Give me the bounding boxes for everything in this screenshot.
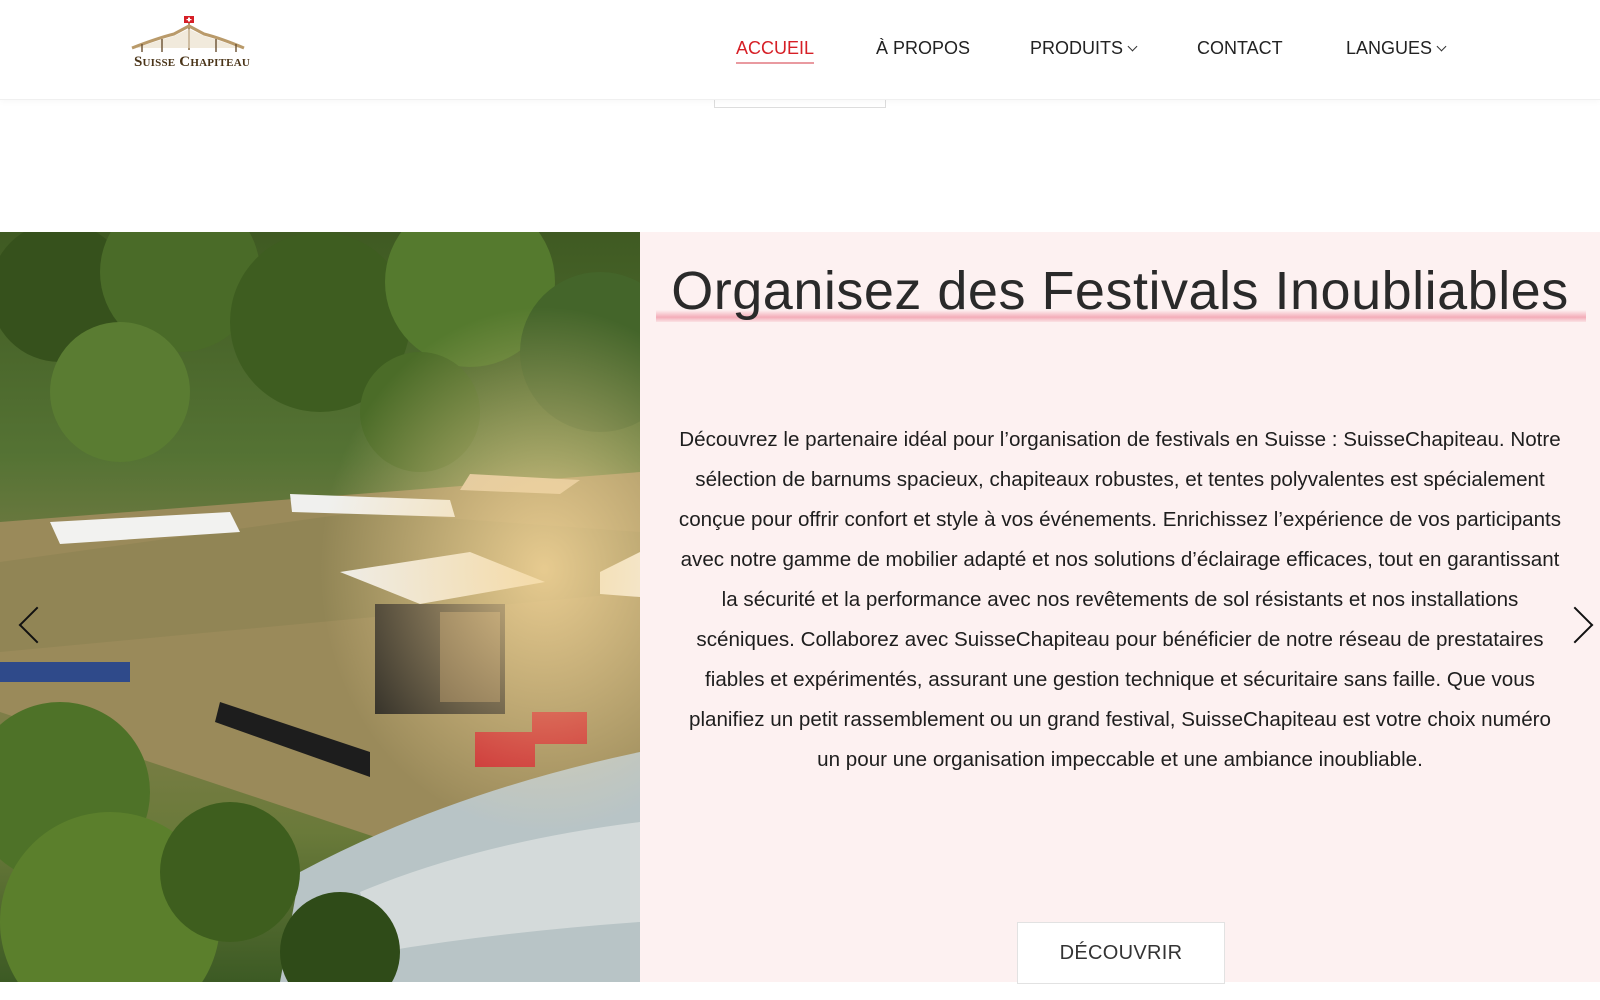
nav-accueil[interactable]: ACCUEIL: [736, 38, 815, 64]
hero-description: Découvrez le partenaire idéal pour l’org…: [678, 428, 1562, 771]
nav-a-propos[interactable]: À PROPOS: [876, 38, 970, 59]
nav-langues-label: LANGUES: [1346, 38, 1433, 58]
nav-produits-label: PRODUITS: [1030, 38, 1124, 58]
logo-text: Suisse Chapiteau: [134, 54, 250, 70]
festival-aerial-photo: [0, 232, 640, 982]
hero-text-panel: Organisez des Festivals Inoubliables Déc…: [640, 232, 1600, 984]
logo-tent-icon: [131, 16, 245, 52]
site-header: Suisse Chapiteau ACCUEIL À PROPOS PRODUI…: [0, 0, 1600, 100]
chevron-down-icon: [1127, 41, 1138, 51]
logo[interactable]: Suisse Chapiteau: [128, 14, 250, 76]
nav-contact[interactable]: CONTACT: [1197, 38, 1283, 59]
hero-slider: Organisez des Festivals Inoubliables Déc…: [0, 232, 1600, 984]
discover-button[interactable]: DÉCOUVRIR: [1017, 922, 1225, 984]
nav-contact-label: CONTACT: [1197, 38, 1283, 58]
hero-title: Organisez des Festivals Inoubliables: [671, 261, 1569, 321]
nav-produits[interactable]: PRODUITS: [1030, 38, 1138, 59]
nav-langues[interactable]: LANGUES: [1346, 38, 1447, 59]
nav-accueil-label: ACCUEIL: [736, 38, 815, 64]
chevron-down-icon: [1436, 41, 1447, 51]
nav-a-propos-label: À PROPOS: [876, 38, 971, 58]
